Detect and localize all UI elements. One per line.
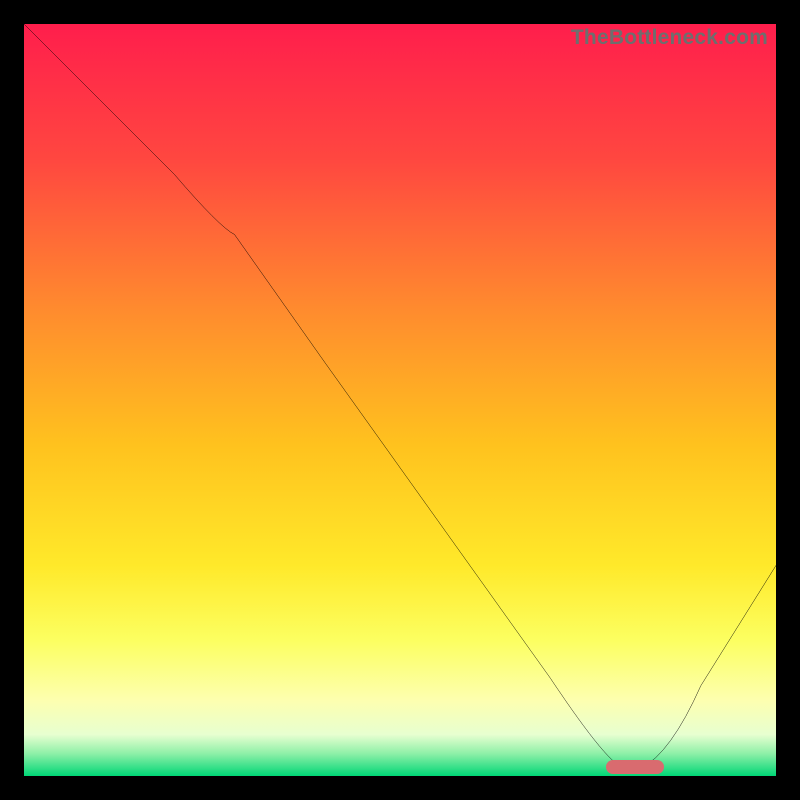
watermark-text: TheBottleneck.com xyxy=(571,26,768,50)
curve-line xyxy=(24,24,776,776)
plot-area: TheBottleneck.com xyxy=(24,24,776,776)
optimal-range-marker xyxy=(606,760,664,774)
chart-frame: TheBottleneck.com xyxy=(0,0,800,800)
